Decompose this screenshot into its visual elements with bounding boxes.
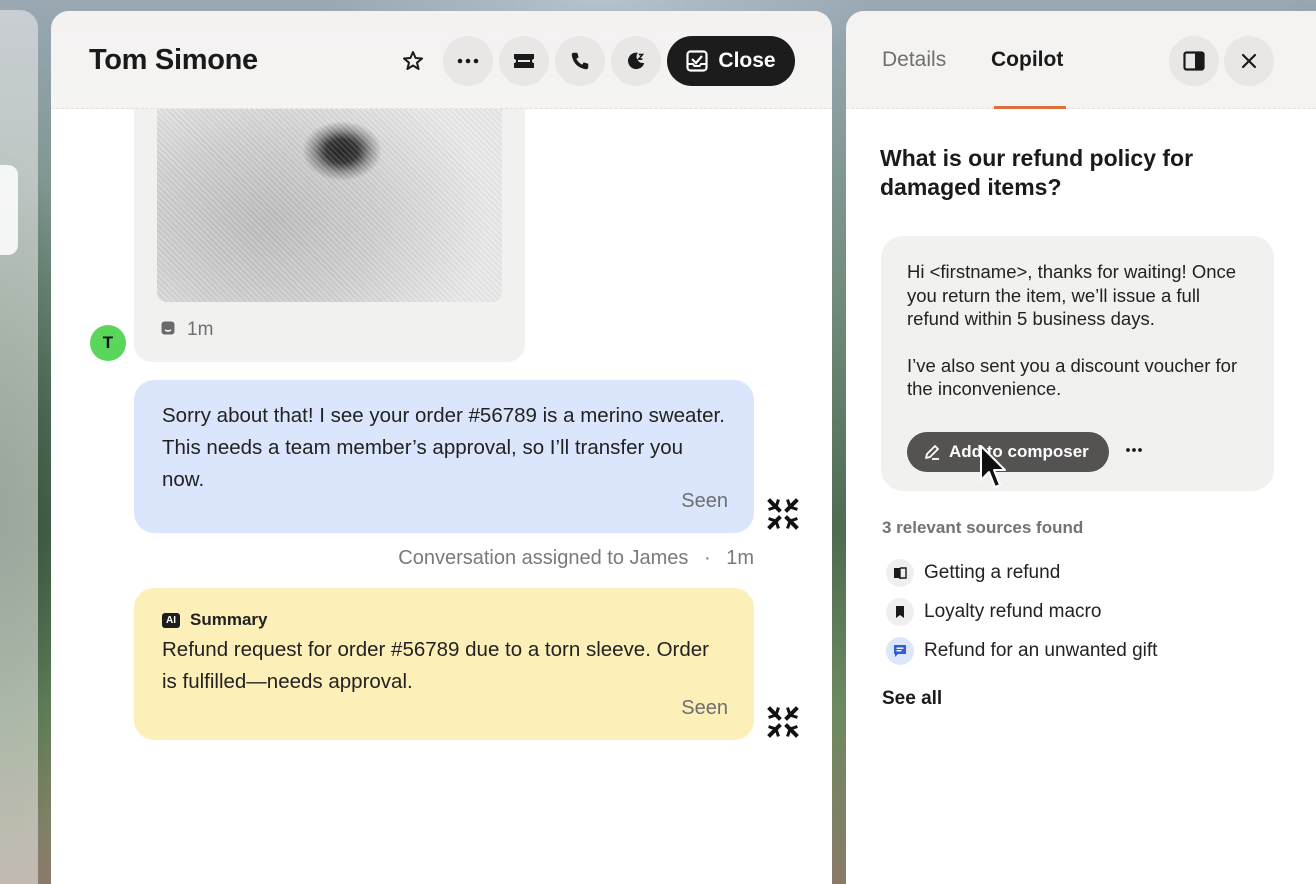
inbox-check-icon — [686, 50, 709, 72]
assignment-time: 1m — [726, 547, 754, 569]
close-label: Close — [718, 49, 776, 72]
sidebar-panel-icon — [1183, 51, 1205, 71]
more-options-button[interactable] — [443, 36, 493, 86]
add-to-composer-label: Add to composer — [949, 442, 1089, 461]
close-panel-button[interactable] — [1224, 36, 1274, 86]
chat-icon — [161, 319, 175, 341]
summary-text: Refund request for order #56789 due to a… — [162, 638, 710, 693]
snooze-button[interactable] — [611, 36, 661, 86]
add-to-composer-button[interactable]: Add to composer — [907, 432, 1109, 472]
call-button[interactable] — [555, 36, 605, 86]
message-time: 1m — [187, 319, 214, 340]
ticket-button[interactable] — [499, 36, 549, 86]
copilot-header: Details Copilot — [846, 11, 1316, 109]
fin-bot-icon — [767, 498, 799, 530]
see-all-link[interactable]: See all — [882, 688, 942, 710]
source-label: Loyalty refund macro — [924, 601, 1102, 622]
seen-status: Seen — [681, 697, 728, 719]
book-icon — [886, 559, 914, 587]
avatar[interactable]: T — [90, 325, 126, 361]
close-icon — [1241, 53, 1257, 69]
agent-message: Sorry about that! I see your order #5678… — [134, 380, 754, 533]
close-conversation-button[interactable]: Close — [667, 36, 795, 86]
toggle-sidebar-button[interactable] — [1169, 36, 1219, 86]
snooze-icon — [627, 52, 645, 70]
message-meta: 1m — [161, 319, 213, 341]
source-label: Refund for an unwanted gift — [924, 640, 1158, 661]
agent-message-text: Sorry about that! I see your order #5678… — [162, 404, 725, 491]
more-icon — [1126, 448, 1142, 452]
summary-note: AI Summary Refund request for order #567… — [134, 588, 754, 740]
answer-paragraph: I’ve also sent you a discount voucher fo… — [907, 354, 1238, 400]
source-item[interactable]: Getting a refund — [886, 559, 1060, 587]
star-button[interactable] — [388, 36, 438, 86]
star-icon — [403, 51, 423, 70]
sources-count: 3 relevant sources found — [882, 518, 1084, 537]
answer-paragraph: Hi <firstname>, thanks for waiting! Once… — [907, 261, 1237, 329]
summary-title: Summary — [190, 610, 268, 629]
copilot-question: What is our refund policy for damaged it… — [880, 145, 1194, 200]
seen-status: Seen — [681, 490, 728, 512]
tab-details[interactable]: Details — [882, 48, 946, 72]
phone-icon — [571, 52, 589, 70]
source-label: Getting a refund — [924, 562, 1061, 583]
conversation-body: 1m T Sorry about that! I see your order … — [51, 11, 832, 884]
assignment-separator: · — [703, 547, 711, 569]
conversation-panel: 1m T Sorry about that! I see your order … — [51, 11, 832, 884]
copilot-answer-card: Hi <firstname>, thanks for waiting! Once… — [881, 236, 1274, 491]
copilot-answer-text: Hi <firstname>, thanks for waiting! Once… — [907, 260, 1257, 401]
summary-header: AI Summary — [162, 608, 726, 632]
tab-copilot[interactable]: Copilot — [991, 48, 1063, 72]
ticket-icon — [514, 54, 534, 68]
more-icon — [457, 58, 479, 64]
source-item[interactable]: Loyalty refund macro — [886, 598, 1101, 626]
answer-more-button[interactable] — [1125, 440, 1143, 458]
assignment-text: Conversation assigned to James — [398, 547, 689, 569]
page-title: Tom Simone — [89, 44, 258, 76]
chat-icon — [886, 637, 914, 665]
copilot-panel: Details Copilot What is our refund polic… — [846, 11, 1316, 884]
conversation-header: Tom Simone Close — [51, 11, 832, 109]
source-item[interactable]: Refund for an unwanted gift — [886, 637, 1157, 665]
active-tab-indicator — [994, 106, 1066, 109]
mouse-cursor-icon — [980, 445, 1006, 488]
background-window — [0, 10, 38, 884]
pencil-icon — [925, 445, 939, 460]
assignment-event: Conversation assigned to James · 1m — [51, 547, 754, 570]
fin-bot-icon — [767, 706, 799, 738]
bookmark-icon — [886, 598, 914, 626]
ai-badge: AI — [162, 612, 180, 628]
